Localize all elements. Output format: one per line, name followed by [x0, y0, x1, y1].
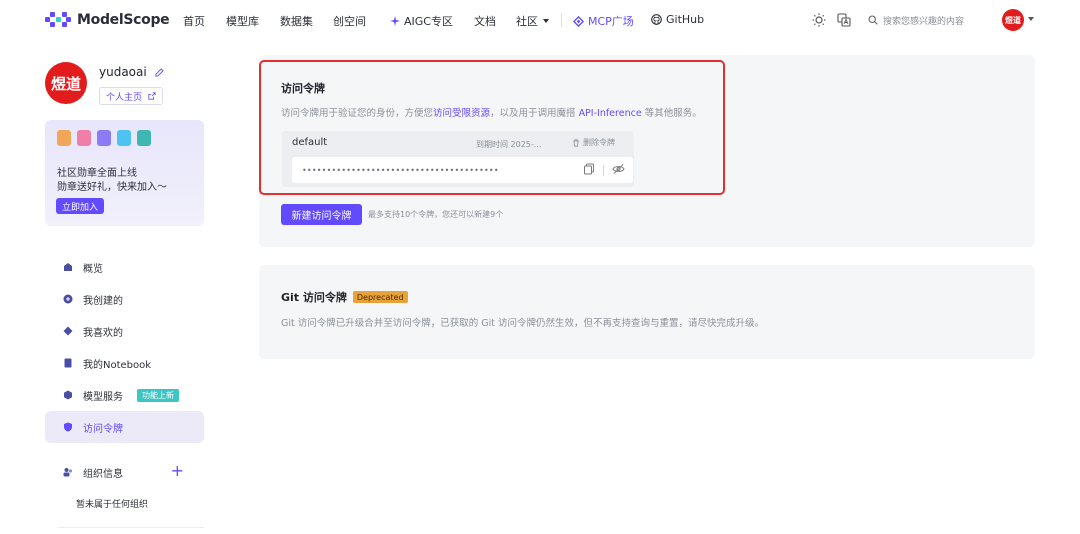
git-token-title: Git 访问令牌 — [281, 291, 347, 304]
organization-icon — [63, 467, 73, 477]
deprecated-badge: Deprecated — [352, 291, 408, 303]
new-feature-tag: 功能上新 — [137, 388, 179, 402]
promo-line-1: 社区勋章全面上线 — [57, 168, 137, 179]
badge-icon — [57, 130, 71, 146]
nav-mcp-label: MCP广场 — [588, 15, 634, 28]
nav-aigc[interactable]: AIGC专区 — [390, 13, 453, 29]
org-info-title: 组织信息 — [83, 468, 123, 480]
sidebar-divider — [57, 527, 204, 528]
nav-datasets[interactable]: 数据集 — [280, 13, 313, 29]
logo-icon — [45, 12, 71, 28]
profile-avatar[interactable]: 煜道 — [45, 62, 87, 104]
nav-aigc-label: AIGC专区 — [404, 15, 453, 28]
modelscope-logo[interactable]: ModelScope — [45, 12, 170, 28]
nav-studios[interactable]: 创空间 — [333, 13, 366, 29]
avatar-caret-icon[interactable] — [1028, 17, 1034, 21]
badge-icon — [117, 130, 131, 146]
search-box[interactable]: 搜索您感兴趣的内容 — [858, 9, 988, 31]
sidebar-item-label: 模型服务 — [83, 391, 123, 403]
promo-line-2: 勋章送好礼，快来加入～ — [57, 182, 167, 193]
nav-community-label: 社区 — [516, 15, 538, 28]
sparkle-icon — [390, 16, 400, 26]
token-limit-hint: 最多支持10个令牌，您还可以新建9个 — [368, 210, 504, 219]
git-token-card: Git 访问令牌 Deprecated Git 访问令牌已升级合并至访问令牌，已… — [259, 265, 1035, 359]
nav-divider — [561, 13, 562, 27]
badge-icon — [77, 130, 91, 146]
nav-github-label: GitHub — [666, 13, 705, 26]
favorite-icon — [63, 326, 73, 336]
badge-icon — [97, 130, 111, 146]
nav-models[interactable]: 模型库 — [226, 13, 259, 29]
create-icon — [63, 294, 73, 304]
sidebar-item-notebook[interactable]: 我的Notebook — [45, 347, 204, 379]
notebook-icon — [63, 358, 73, 368]
homepage-button[interactable]: 个人主页 — [99, 87, 164, 105]
nav-home[interactable]: 首页 — [183, 13, 205, 29]
new-access-token-button[interactable]: 新建访问令牌 — [281, 204, 362, 225]
org-empty-text: 暂未属于任何组织 — [76, 500, 149, 510]
home-icon — [63, 262, 73, 272]
external-link-icon — [148, 92, 156, 100]
highlight-box — [259, 60, 725, 195]
username: yudaoai — [99, 65, 147, 79]
git-token-description: Git 访问令牌已升级合并至访问令牌，已获取的 Git 访问令牌仍然生效，但不再… — [281, 318, 765, 329]
sidebar-item-access-token[interactable]: 访问令牌 — [45, 411, 204, 443]
sidebar-item-label: 我的Notebook — [83, 359, 152, 371]
top-navbar: ModelScope 首页 模型库 数据集 创空间 AIGC专区 文档 社区 M… — [0, 0, 1080, 42]
org-info-header: 组织信息 + — [45, 459, 204, 485]
add-organization-icon[interactable]: + — [171, 462, 184, 480]
badge-promo-banner: 社区勋章全面上线 勋章送好礼，快来加入～ 立即加入 — [45, 120, 204, 226]
sidebar-menu: 概览 我创建的 我喜欢的 我的Notebook 模型服务 功能上新 访问令牌 — [45, 251, 204, 443]
sidebar-item-label: 我创建的 — [83, 295, 123, 307]
sidebar-item-model-service[interactable]: 模型服务 功能上新 — [45, 379, 204, 411]
github-icon — [651, 14, 662, 25]
nav-github[interactable]: GitHub — [651, 13, 704, 26]
logo-text: ModelScope — [77, 12, 170, 28]
nav-docs[interactable]: 文档 — [474, 13, 496, 29]
theme-toggle-icon[interactable] — [811, 12, 827, 28]
badge-row — [57, 130, 151, 146]
homepage-label: 个人主页 — [106, 92, 143, 103]
git-token-header: Git 访问令牌 Deprecated — [281, 289, 408, 305]
sidebar-item-label: 访问令牌 — [83, 423, 123, 435]
mcp-icon — [573, 15, 584, 27]
sidebar-item-label: 我喜欢的 — [83, 327, 123, 339]
sidebar-item-favorites[interactable]: 我喜欢的 — [45, 315, 204, 347]
user-avatar[interactable]: 煜道 — [1002, 9, 1024, 31]
sidebar-item-label: 概览 — [83, 263, 103, 275]
username-row: yudaoai — [99, 65, 164, 79]
edit-icon[interactable] — [155, 67, 164, 77]
badge-icon — [137, 130, 151, 146]
search-placeholder: 搜索您感兴趣的内容 — [883, 16, 965, 27]
join-now-button[interactable]: 立即加入 — [56, 198, 105, 214]
cube-icon — [63, 390, 73, 400]
shield-icon — [63, 422, 73, 432]
sidebar-item-created[interactable]: 我创建的 — [45, 283, 204, 315]
nav-community[interactable]: 社区 — [516, 13, 550, 29]
sidebar-item-overview[interactable]: 概览 — [45, 251, 204, 283]
search-icon — [868, 15, 878, 25]
nav-mcp[interactable]: MCP广场 — [573, 13, 634, 29]
caret-down-icon — [543, 19, 549, 23]
language-icon[interactable] — [836, 12, 852, 28]
